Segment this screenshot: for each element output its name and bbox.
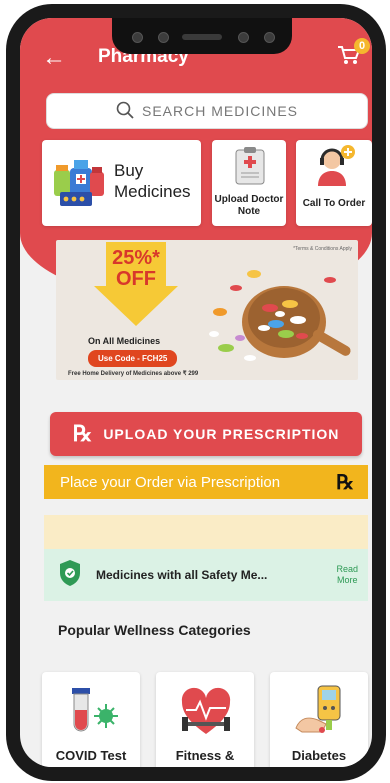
promo-code-pill: Use Code - FCH25 (88, 350, 178, 367)
upload-prescription-button[interactable]: ℞ UPLOAD YOUR PRESCRIPTION (50, 412, 362, 456)
clipboard-icon (234, 146, 266, 191)
buy-medicines-card[interactable]: Buy Medicines (42, 140, 201, 226)
place-order-banner[interactable]: Place your Order via Prescription ℞ (44, 465, 368, 499)
on-all-medicines-text: On All Medicines (88, 336, 161, 346)
search-placeholder: SEARCH MEDICINES (141, 103, 299, 119)
category-label: COVID Test (55, 748, 127, 763)
category-card-fitness[interactable]: Fitness & (156, 672, 254, 767)
section-title: Popular Wellness Categories (58, 622, 251, 638)
medicine-bottles-icon (50, 154, 108, 217)
call-to-order-card[interactable]: Call To Order (296, 140, 372, 226)
category-label: Fitness & (175, 748, 235, 763)
speaker-grille (182, 34, 222, 40)
discount-off: OFF (116, 268, 156, 290)
search-input[interactable]: SEARCH MEDICINES (46, 93, 368, 129)
info-strip (44, 515, 368, 549)
category-card-covid[interactable]: COVID Test (42, 672, 140, 767)
category-label: Diabetes (291, 748, 347, 763)
discount-badge: 25%* OFF (100, 248, 172, 290)
terms-note: *Terms & Conditions Apply (293, 246, 352, 252)
test-tube-virus-icon (64, 684, 120, 745)
search-icon (116, 101, 134, 122)
free-delivery-text: Free Home Delivery of Medicines above ₹ … (68, 371, 199, 377)
place-order-text: Place your Order via Prescription (60, 473, 281, 491)
sensor-dot (264, 32, 275, 43)
prescription-rx-icon: ℞ (336, 470, 354, 494)
call-to-order-label: Call To Order (302, 198, 366, 209)
upload-doctor-note-label: Upload Doctor Note (214, 194, 284, 217)
prescription-rx-icon: ℞ (72, 421, 94, 447)
phone-frame: ← Pharmacy 0 SEARCH MEDICINES Buy Medici… (6, 4, 386, 781)
upload-doctor-note-card[interactable]: Upload Doctor Note (212, 140, 286, 226)
back-arrow-icon[interactable]: ← (42, 44, 66, 72)
camera-dot (238, 32, 249, 43)
read-more-link[interactable]: Read More (336, 564, 368, 586)
sensor-dot (158, 32, 169, 43)
device-notch (112, 18, 292, 54)
support-agent-icon (314, 144, 356, 193)
shield-check-icon (44, 559, 82, 592)
glucose-meter-icon (292, 684, 348, 745)
pills-spoon-image (209, 270, 351, 361)
buy-medicines-label: Buy Medicines (114, 161, 191, 201)
cart-count-badge: 0 (354, 38, 370, 54)
sensor-dot (132, 32, 143, 43)
upload-prescription-label: UPLOAD YOUR PRESCRIPTION (103, 426, 340, 442)
discount-percent: 25%* (112, 247, 160, 269)
safety-banner[interactable]: Medicines with all Safety Me... Read Mor… (44, 549, 368, 601)
heart-dumbbell-icon (178, 684, 234, 745)
safety-text: Medicines with all Safety Me... (96, 568, 268, 582)
category-card-diabetes[interactable]: Diabetes (270, 672, 368, 767)
app-screen: ← Pharmacy 0 SEARCH MEDICINES Buy Medici… (20, 18, 372, 767)
offer-banner[interactable]: *Terms & Conditions Apply 25%* OFF On Al… (56, 240, 358, 380)
